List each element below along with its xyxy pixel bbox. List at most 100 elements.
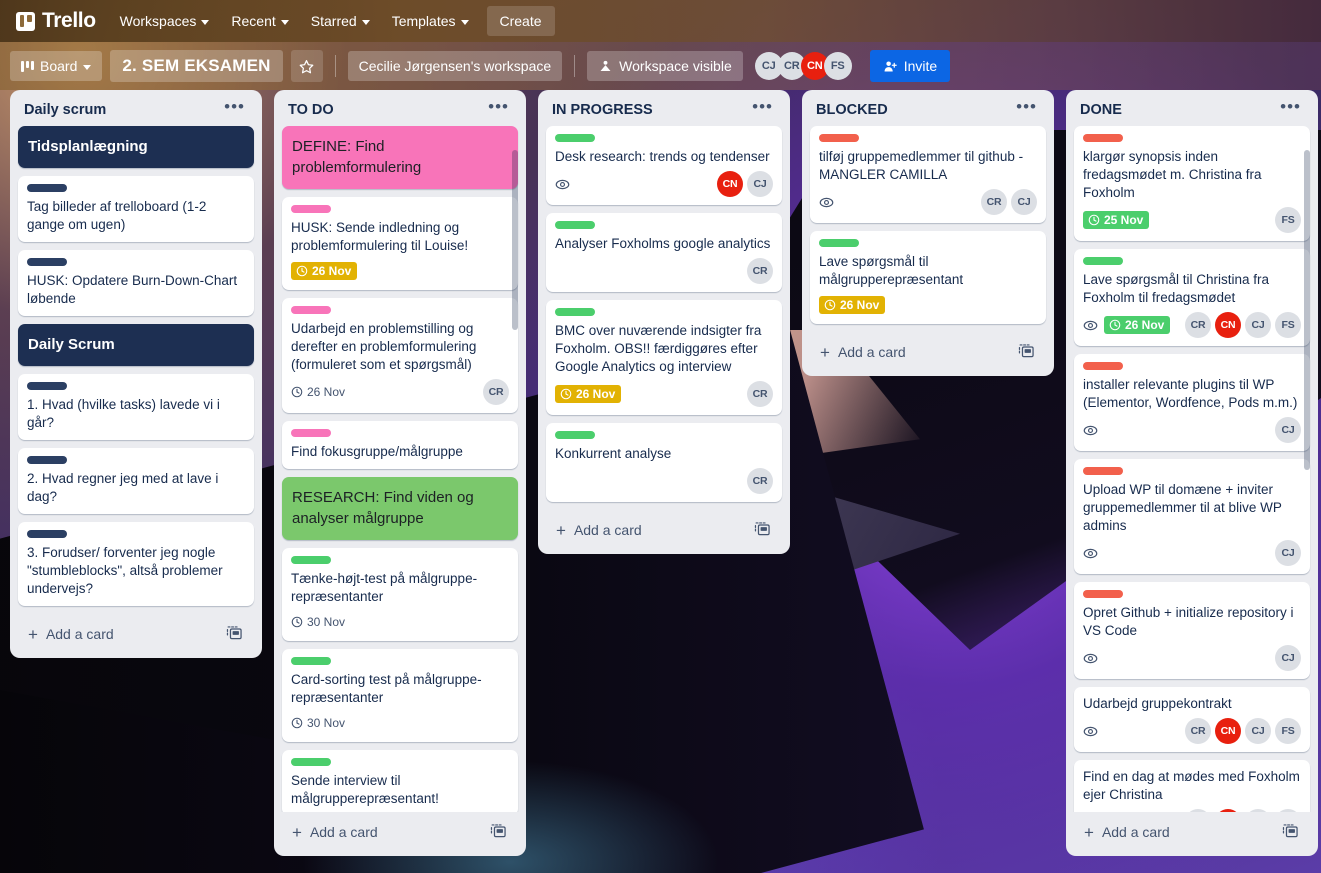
avatar[interactable]: FS (1275, 718, 1301, 745)
card[interactable]: Tidsplanlægning (18, 126, 254, 169)
nav-workspaces[interactable]: Workspaces (110, 6, 220, 36)
add-card-button[interactable]: + Add a card (810, 334, 1046, 370)
card[interactable]: Upload WP til domæne + inviter gruppemed… (1074, 459, 1310, 575)
list-scrollbar[interactable] (1304, 130, 1312, 808)
card[interactable]: Find en dag at mødes med Foxholm ejer Ch… (1074, 760, 1310, 812)
add-card-button[interactable]: + Add a card (18, 616, 254, 652)
due-date-badge[interactable]: 26 Nov (1104, 316, 1171, 335)
card[interactable]: Analyser Foxholms google analytics CR (546, 213, 782, 293)
card-label-red[interactable] (1083, 590, 1123, 599)
list-menu-icon[interactable]: ••• (221, 98, 248, 118)
card[interactable]: Tag billeder af trelloboard (1-2 gange o… (18, 176, 254, 243)
avatar[interactable]: CR (981, 189, 1007, 216)
board-view-switcher[interactable]: Board (10, 51, 103, 81)
card-label-navy[interactable] (27, 530, 67, 539)
list-title[interactable]: IN PROGRESS (552, 102, 653, 118)
avatar[interactable]: CN (1215, 718, 1241, 745)
avatar[interactable]: CR (747, 381, 773, 408)
list-scrollbar-thumb[interactable] (1304, 150, 1310, 471)
card-template-icon[interactable] (226, 625, 242, 643)
nav-templates[interactable]: Templates (382, 6, 479, 36)
trello-logo[interactable]: Trello (10, 9, 108, 33)
card[interactable]: DEFINE: Find problemformulering (282, 126, 518, 190)
due-date-badge[interactable]: 26 Nov (291, 262, 358, 281)
list-title[interactable]: DONE (1080, 102, 1122, 118)
avatar[interactable]: CN (717, 171, 743, 198)
due-date-badge[interactable]: 26 Nov (555, 385, 622, 404)
avatar[interactable]: FS (1275, 207, 1301, 234)
card[interactable]: HUSK: Sende indledning og problemformule… (282, 197, 518, 291)
card-label-red[interactable] (1083, 467, 1123, 476)
card[interactable]: RESEARCH: Find viden og analyser målgrup… (282, 477, 518, 541)
card[interactable]: 3. Forudser/ forventer jeg nogle "stumbl… (18, 522, 254, 607)
card-label-navy[interactable] (27, 258, 67, 267)
card-label-pink[interactable] (291, 306, 331, 315)
card[interactable]: Tænke-højt-test på målgruppe-repræsentan… (282, 548, 518, 642)
card[interactable]: installer relevante plugins til WP (Elem… (1074, 354, 1310, 452)
card[interactable]: tilføj gruppemedlemmer til github - MANG… (810, 126, 1046, 224)
avatar[interactable]: CJ (1245, 809, 1271, 812)
avatar[interactable]: FS (823, 52, 852, 80)
avatar[interactable]: CR (1185, 718, 1211, 745)
card-label-green[interactable] (555, 431, 595, 440)
workspace-name-chip[interactable]: Cecilie Jørgensen's workspace (347, 51, 563, 81)
card-label-red[interactable] (1083, 134, 1123, 143)
card-template-icon[interactable] (490, 823, 506, 841)
card[interactable]: Udarbejd en problemstilling og derefter … (282, 298, 518, 414)
card-label-pink[interactable] (291, 205, 331, 214)
card-label-green[interactable] (1083, 257, 1123, 266)
card-label-red[interactable] (1083, 362, 1123, 371)
card-template-icon[interactable] (1282, 823, 1298, 841)
card[interactable]: Konkurrent analyse CR (546, 423, 782, 503)
card-template-icon[interactable] (1018, 343, 1034, 361)
avatar[interactable]: CR (747, 258, 773, 285)
avatar[interactable]: CR (1185, 809, 1211, 812)
list-menu-icon[interactable]: ••• (749, 98, 776, 118)
card[interactable]: Lave spørgsmål til Christina fra Foxholm… (1074, 249, 1310, 347)
list-scrollbar-thumb[interactable] (512, 150, 518, 331)
card[interactable]: 1. Hvad (hvilke tasks) lavede vi i går? (18, 374, 254, 441)
card-label-green[interactable] (819, 239, 859, 248)
list-title[interactable]: TO DO (288, 102, 334, 118)
card[interactable]: Daily Scrum (18, 324, 254, 367)
avatar[interactable]: FS (1275, 312, 1301, 339)
workspace-visibility-chip[interactable]: Workspace visible (587, 51, 743, 81)
avatar[interactable]: CR (747, 468, 773, 495)
star-icon[interactable] (290, 50, 323, 82)
card-label-navy[interactable] (27, 382, 67, 391)
card-label-navy[interactable] (27, 456, 67, 465)
avatar[interactable]: CJ (747, 171, 773, 198)
avatar[interactable]: CR (483, 379, 509, 406)
avatar[interactable]: CJ (1011, 189, 1037, 216)
card[interactable]: Desk research: trends og tendenser CN CJ (546, 126, 782, 206)
list-menu-icon[interactable]: ••• (485, 98, 512, 118)
list-cards-scroll-area[interactable]: Tidsplanlægning Tag billeder af trelloboa… (14, 126, 258, 614)
nav-starred[interactable]: Starred (301, 6, 380, 36)
list-cards-scroll-area[interactable]: tilføj gruppemedlemmer til github - MANG… (806, 126, 1050, 332)
create-button[interactable]: Create (486, 6, 555, 36)
card[interactable]: Sende interview til målgrupperepræsentan… (282, 750, 518, 812)
card[interactable]: Card-sorting test på målgruppe-repræsent… (282, 649, 518, 743)
card[interactable]: HUSK: Opdatere Burn-Down-Chart løbende (18, 250, 254, 317)
avatar[interactable]: FS (1275, 809, 1301, 812)
list-scrollbar[interactable] (512, 130, 520, 808)
card-label-green[interactable] (555, 221, 595, 230)
card-label-red[interactable] (819, 134, 859, 143)
due-date-badge[interactable]: 26 Nov (819, 296, 886, 315)
avatar[interactable]: CJ (1245, 312, 1271, 339)
avatar[interactable]: CN (1215, 312, 1241, 339)
card[interactable]: Udarbejd gruppekontrakt CR CN CJ FS (1074, 687, 1310, 753)
card-label-pink[interactable] (291, 429, 331, 438)
avatar[interactable]: CN (1215, 809, 1241, 812)
due-date-badge[interactable]: 30 Nov (291, 613, 351, 631)
card-label-green[interactable] (291, 758, 331, 767)
card-label-navy[interactable] (27, 184, 67, 193)
avatar[interactable]: CJ (1245, 718, 1271, 745)
list-title[interactable]: BLOCKED (816, 102, 888, 118)
list-cards-scroll-area[interactable]: DEFINE: Find problemformulering HUSK: Sen… (278, 126, 522, 812)
card[interactable]: 2. Hvad regner jeg med at lave i dag? (18, 448, 254, 515)
avatar[interactable]: CJ (1275, 645, 1301, 672)
add-card-button[interactable]: + Add a card (546, 512, 782, 548)
card[interactable]: klargør synopsis inden fredagsmødet m. C… (1074, 126, 1310, 242)
list-cards-scroll-area[interactable]: Desk research: trends og tendenser CN CJ An… (542, 126, 786, 510)
